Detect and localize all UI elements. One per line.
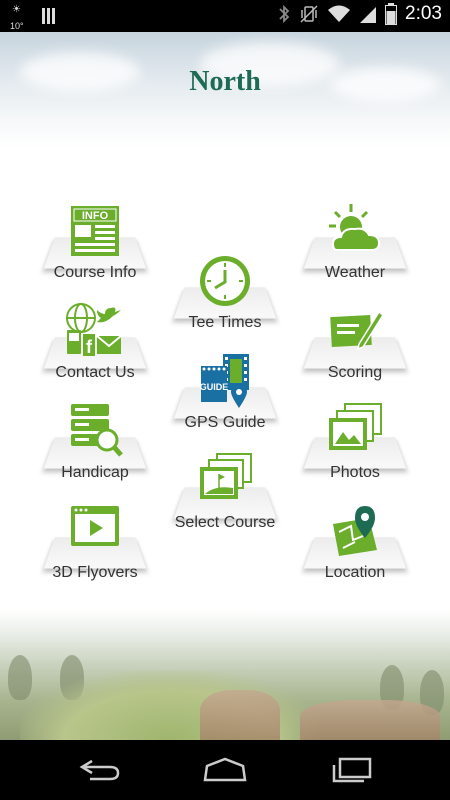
- clock-icon: [200, 256, 250, 306]
- signal-icon: [360, 7, 377, 23]
- svg-text:f: f: [86, 337, 93, 357]
- temperature-text: 10°: [10, 21, 24, 31]
- home-icon: [203, 757, 247, 782]
- back-icon: [79, 759, 120, 781]
- weather-icon: [329, 204, 381, 251]
- tee-times-button[interactable]: Tee Times: [170, 252, 280, 352]
- handicap-button[interactable]: Handicap: [40, 402, 150, 502]
- select-course-label: Select Course: [174, 514, 276, 531]
- newspaper-icon: INFO: [71, 206, 119, 256]
- handicap-search-icon: [71, 404, 123, 457]
- photos-icon: [329, 403, 382, 450]
- weather-button[interactable]: Weather: [300, 202, 410, 302]
- back-button[interactable]: [70, 754, 130, 786]
- notification-bars-icon: [42, 8, 55, 24]
- photos-button[interactable]: Photos: [300, 402, 410, 502]
- course-photos-icon: [200, 453, 252, 499]
- tee-times-label: Tee Times: [188, 314, 262, 331]
- weather-icon: ☀ 10°: [10, 4, 24, 31]
- gps-guide-icon: GUIDE: [200, 354, 249, 408]
- contact-us-button[interactable]: f Contact Us: [40, 302, 150, 402]
- scoring-label: Scoring: [327, 364, 383, 381]
- scoring-button[interactable]: Scoring: [300, 302, 410, 402]
- map-location-icon: [333, 506, 377, 556]
- recents-button[interactable]: [322, 754, 382, 786]
- location-button[interactable]: Location: [300, 502, 410, 602]
- contact-icon: f: [66, 303, 122, 357]
- app-screen: North INFO Course Info Weather Tee Times…: [0, 32, 450, 740]
- bluetooth-icon: [279, 4, 290, 24]
- recents-icon: [332, 757, 372, 783]
- vibrate-icon: [300, 5, 318, 23]
- weather-label: Weather: [324, 264, 386, 281]
- handicap-label: Handicap: [61, 464, 129, 481]
- home-button[interactable]: [195, 754, 255, 786]
- flyovers-button[interactable]: 3D Flyovers: [40, 502, 150, 602]
- info-text: INFO: [82, 210, 109, 222]
- gps-guide-button[interactable]: GUIDE GPS Guide: [170, 352, 280, 452]
- photos-label: Photos: [330, 464, 380, 481]
- course-info-button[interactable]: INFO Course Info: [40, 202, 150, 302]
- contact-us-label: Contact Us: [55, 364, 135, 381]
- location-label: Location: [324, 564, 386, 581]
- flyovers-label: 3D Flyovers: [52, 564, 138, 581]
- select-course-button[interactable]: Select Course: [170, 452, 280, 552]
- status-bar: ☀ 10° 2:03: [0, 0, 450, 32]
- gps-guide-label: GPS Guide: [184, 414, 266, 431]
- battery-icon: [385, 3, 398, 25]
- scorecard-icon: [330, 310, 385, 351]
- course-info-label: Course Info: [53, 264, 137, 281]
- page-title: North: [189, 66, 261, 97]
- wifi-icon: [328, 5, 351, 22]
- golf-course-landscape: [0, 610, 450, 740]
- clock-time: 2:03: [405, 3, 442, 24]
- navigation-bar: [0, 740, 450, 800]
- video-player-icon: [71, 506, 119, 546]
- guide-text: GUIDE: [200, 382, 229, 392]
